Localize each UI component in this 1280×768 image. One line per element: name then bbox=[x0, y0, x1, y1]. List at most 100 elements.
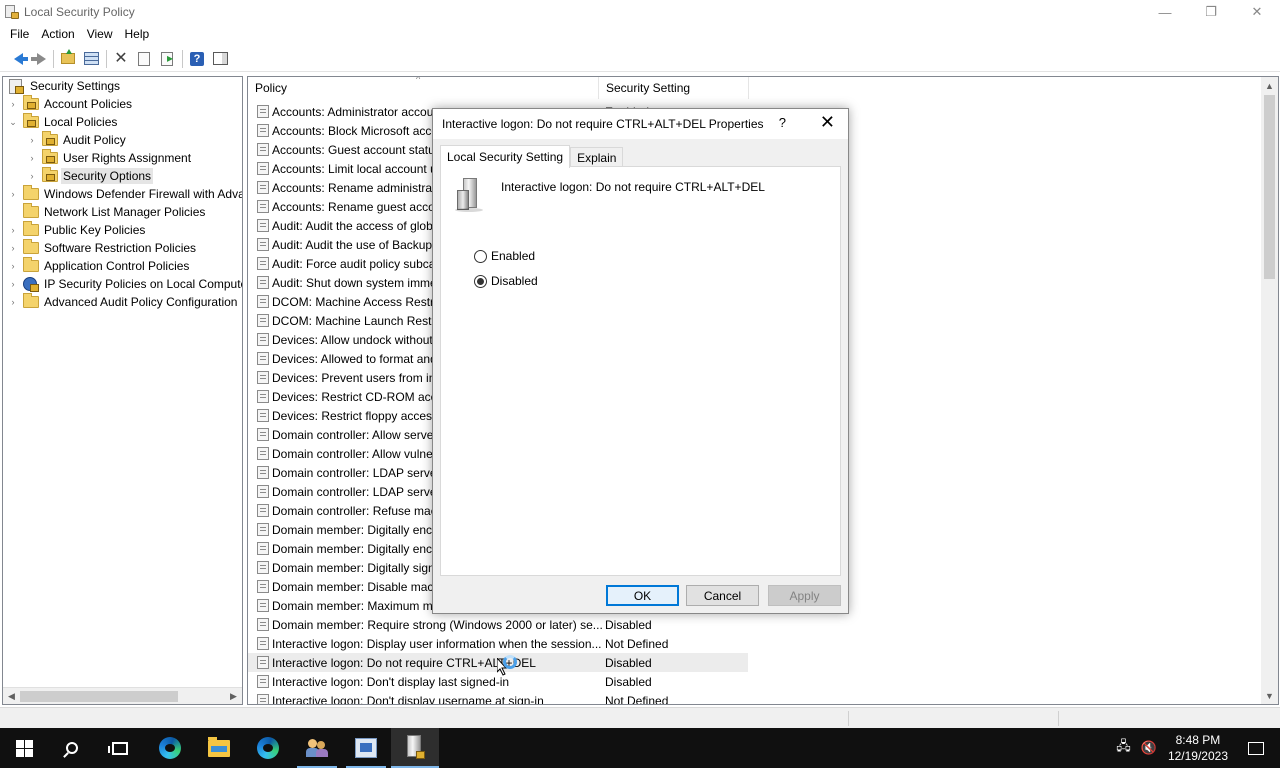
table-row[interactable]: Domain member: Require strong (Windows 2… bbox=[248, 615, 748, 634]
chevron-right-icon[interactable]: › bbox=[7, 239, 19, 257]
enabled-option[interactable]: Enabled bbox=[474, 249, 535, 263]
menu-view[interactable]: View bbox=[81, 24, 119, 44]
chevron-right-icon[interactable]: › bbox=[7, 293, 19, 311]
tree-item-public-key-policies[interactable]: › Public Key Policies bbox=[7, 221, 147, 239]
search-button[interactable] bbox=[48, 728, 96, 768]
taskbar-file-explorer[interactable] bbox=[195, 728, 243, 768]
locked-folder-icon bbox=[42, 167, 58, 183]
disabled-option[interactable]: Disabled bbox=[474, 274, 538, 288]
chevron-right-icon[interactable]: › bbox=[26, 149, 38, 167]
tree-item-audit-policy[interactable]: › Audit Policy bbox=[26, 131, 128, 149]
chevron-right-icon[interactable]: › bbox=[7, 95, 19, 113]
apply-button[interactable]: Apply bbox=[768, 585, 841, 606]
menu-action[interactable]: Action bbox=[35, 24, 80, 44]
clock[interactable]: 8:48 PM 12/19/2023 bbox=[1168, 732, 1228, 764]
scroll-down-icon[interactable]: ▼ bbox=[1261, 687, 1278, 704]
taskbar: 🖧 🔇 8:48 PM 12/19/2023 bbox=[0, 728, 1280, 768]
enabled-radio[interactable] bbox=[474, 249, 487, 263]
tree-item-ip-security[interactable]: › IP Security Policies on Local Compute bbox=[7, 275, 242, 293]
taskbar-local-security-policy[interactable] bbox=[391, 728, 439, 768]
tree-item-advanced-audit[interactable]: › Advanced Audit Policy Configuration bbox=[7, 293, 239, 311]
table-row[interactable]: Interactive logon: Display user informat… bbox=[248, 634, 748, 653]
security-setting-cell: Not Defined bbox=[605, 636, 669, 651]
up-one-level-button[interactable] bbox=[57, 48, 79, 70]
cancel-button[interactable]: Cancel bbox=[686, 585, 759, 606]
show-hide-action-pane-icon bbox=[212, 52, 228, 65]
tree-item-local-policies[interactable]: ⌄ Local Policies bbox=[7, 113, 119, 131]
scrollbar-thumb[interactable] bbox=[20, 691, 178, 702]
policy-icon bbox=[257, 238, 269, 251]
scrollbar-thumb[interactable] bbox=[1264, 95, 1275, 279]
column-header-label: Policy bbox=[255, 81, 288, 95]
status-divider bbox=[1058, 711, 1059, 726]
column-header-security-setting[interactable]: Security Setting bbox=[599, 77, 749, 99]
tab-explain[interactable]: Explain bbox=[570, 147, 624, 168]
minimize-button[interactable]: — bbox=[1142, 0, 1188, 24]
taskbar-management[interactable] bbox=[342, 728, 390, 768]
tree-item-security-options[interactable]: › Security Options bbox=[26, 167, 154, 185]
show-hide-action-pane-button[interactable] bbox=[209, 48, 231, 70]
list-vertical-scrollbar[interactable]: ▲ ▼ bbox=[1261, 77, 1278, 704]
tree-item-account-policies[interactable]: › Account Policies bbox=[7, 95, 134, 113]
delete-button[interactable]: ✕ bbox=[110, 48, 132, 70]
console-tree[interactable]: Security Settings › Account Policies ⌄ L… bbox=[2, 76, 243, 705]
help-button[interactable]: ? bbox=[186, 48, 208, 70]
restore-button[interactable]: ❐ bbox=[1188, 0, 1234, 24]
chevron-right-icon[interactable]: › bbox=[7, 275, 19, 293]
tree-item-label: Security Options bbox=[61, 168, 154, 184]
chevron-right-icon[interactable]: › bbox=[26, 167, 38, 185]
tree-item-network-list-manager[interactable]: Network List Manager Policies bbox=[7, 203, 207, 221]
policy-icon bbox=[257, 599, 269, 612]
disabled-radio[interactable] bbox=[474, 274, 487, 288]
dialog-tabs: Local Security Setting Explain bbox=[440, 145, 624, 168]
export-list-button[interactable] bbox=[156, 48, 178, 70]
tab-local-security-setting[interactable]: Local Security Setting bbox=[440, 145, 571, 168]
table-row[interactable]: Interactive logon: Don't display usernam… bbox=[248, 691, 748, 704]
chevron-down-icon[interactable]: ⌄ bbox=[7, 113, 19, 131]
scroll-left-icon[interactable]: ◀ bbox=[3, 688, 20, 704]
start-button[interactable] bbox=[0, 728, 48, 768]
menu-help[interactable]: Help bbox=[119, 24, 156, 44]
scroll-right-icon[interactable]: ▶ bbox=[225, 688, 242, 704]
folder-icon bbox=[23, 293, 39, 309]
task-view-button[interactable] bbox=[96, 728, 144, 768]
tree-item-label: User Rights Assignment bbox=[63, 151, 192, 165]
ok-button[interactable]: OK bbox=[606, 585, 679, 606]
status-divider bbox=[848, 711, 849, 726]
back-button[interactable] bbox=[4, 48, 28, 70]
chevron-right-icon[interactable]: › bbox=[7, 185, 19, 203]
chevron-right-icon[interactable]: › bbox=[26, 131, 38, 149]
policy-icon bbox=[257, 504, 269, 517]
volume-muted-icon[interactable]: 🔇 bbox=[1141, 740, 1157, 756]
tree-horizontal-scrollbar[interactable]: ◀ ▶ bbox=[3, 687, 242, 704]
tree-item-software-restriction[interactable]: › Software Restriction Policies bbox=[7, 239, 198, 257]
policy-icon bbox=[257, 485, 269, 498]
tree-item-user-rights-assignment[interactable]: › User Rights Assignment bbox=[26, 149, 193, 167]
up-folder-icon bbox=[61, 49, 75, 64]
close-button[interactable]: ✕ bbox=[1234, 0, 1280, 24]
show-hide-tree-button[interactable] bbox=[80, 48, 102, 70]
properties-button[interactable] bbox=[133, 48, 155, 70]
tree-item-windows-defender-firewall[interactable]: › Windows Defender Firewall with Adva bbox=[7, 185, 242, 203]
policy-icon bbox=[257, 181, 269, 194]
menu-file[interactable]: File bbox=[4, 24, 35, 44]
dialog-help-button[interactable]: ? bbox=[779, 115, 786, 130]
file-explorer-icon bbox=[208, 736, 230, 757]
notifications-icon[interactable] bbox=[1248, 741, 1264, 755]
column-header-policy[interactable]: Policy ^ bbox=[248, 77, 599, 99]
taskbar-users[interactable] bbox=[293, 728, 341, 768]
chevron-right-icon[interactable]: › bbox=[7, 221, 19, 239]
tree-item-label: Account Policies bbox=[44, 97, 133, 111]
taskbar-edge-2[interactable] bbox=[244, 728, 292, 768]
tree-item-label: Software Restriction Policies bbox=[44, 241, 197, 255]
forward-button[interactable] bbox=[27, 48, 49, 70]
taskbar-edge[interactable] bbox=[146, 728, 194, 768]
disabled-label: Disabled bbox=[491, 274, 538, 288]
network-icon[interactable]: 🖧 bbox=[1116, 737, 1131, 759]
policy-name-cell: Interactive logon: Do not require CTRL+A… bbox=[272, 655, 536, 670]
tree-item-application-control[interactable]: › Application Control Policies bbox=[7, 257, 191, 275]
dialog-close-button[interactable]: ✕ bbox=[820, 112, 835, 133]
chevron-right-icon[interactable]: › bbox=[7, 257, 19, 275]
tree-item-security-settings[interactable]: Security Settings bbox=[5, 77, 122, 95]
scroll-up-icon[interactable]: ▲ bbox=[1261, 77, 1278, 94]
